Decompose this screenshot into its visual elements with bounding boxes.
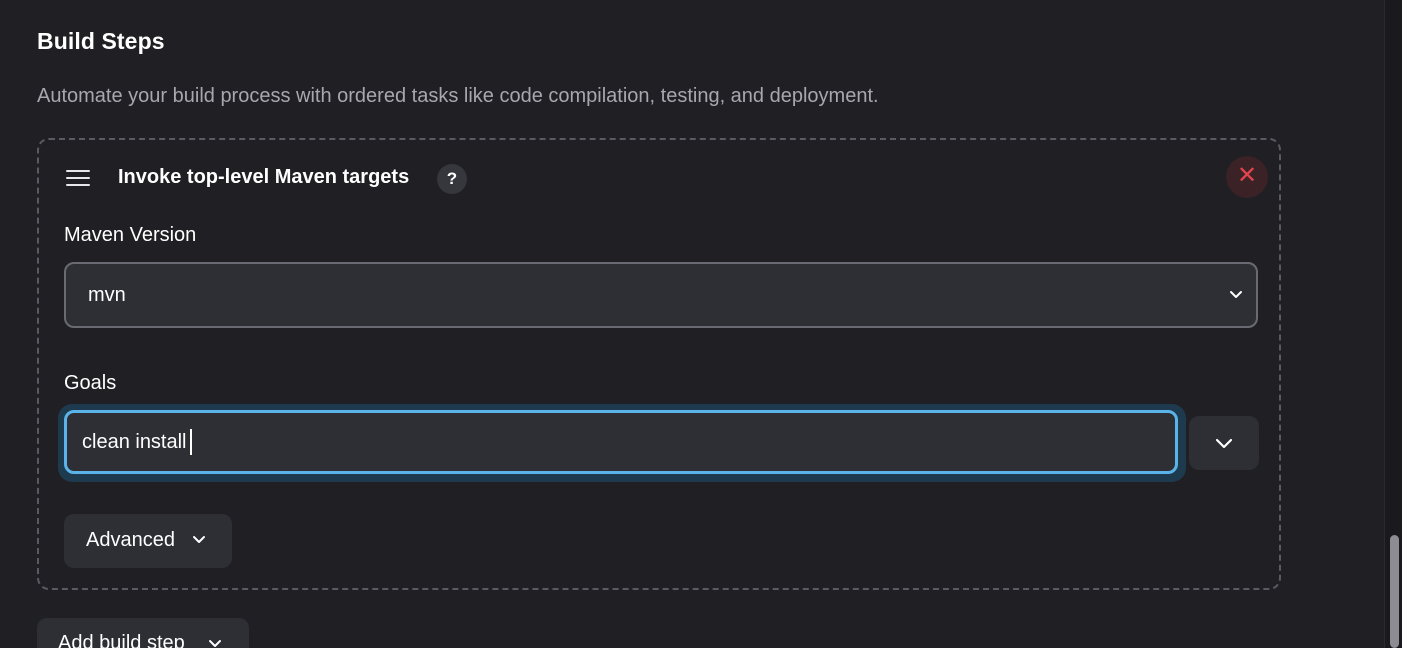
- goals-label: Goals: [64, 372, 117, 394]
- chevron-down-icon: [1230, 291, 1242, 298]
- chevron-down-icon: [193, 536, 205, 543]
- build-steps-page: Build Steps Automate your build process …: [0, 0, 1402, 648]
- maven-version-label: Maven Version: [64, 224, 197, 246]
- help-icon[interactable]: ?: [437, 164, 467, 194]
- add-build-step-button[interactable]: Add build step: [37, 618, 249, 648]
- advanced-label: Advanced: [86, 529, 175, 551]
- scrollbar-thumb[interactable]: [1390, 535, 1399, 648]
- chevron-down-icon: [1215, 438, 1233, 449]
- advanced-button[interactable]: Advanced: [64, 514, 232, 568]
- scrollbar[interactable]: [1384, 0, 1402, 648]
- build-step-title: Invoke top-level Maven targets: [118, 166, 410, 188]
- goals-input[interactable]: [64, 410, 1178, 474]
- goals-dropdown-button[interactable]: [1189, 416, 1259, 470]
- section-title: Build Steps: [37, 28, 165, 54]
- maven-version-value: mvn: [88, 284, 126, 306]
- close-icon: ✕: [1236, 162, 1258, 189]
- section-description: Automate your build process with ordered…: [37, 85, 879, 107]
- maven-version-select[interactable]: mvn: [64, 262, 1258, 328]
- remove-step-button[interactable]: ✕: [1226, 156, 1268, 198]
- text-caret: [190, 429, 192, 455]
- build-step-card: Invoke top-level Maven targets ? ✕ Maven…: [37, 138, 1281, 590]
- drag-handle-icon[interactable]: [66, 170, 90, 188]
- chevron-down-icon: [209, 640, 221, 647]
- add-build-step-label: Add build step: [58, 632, 185, 648]
